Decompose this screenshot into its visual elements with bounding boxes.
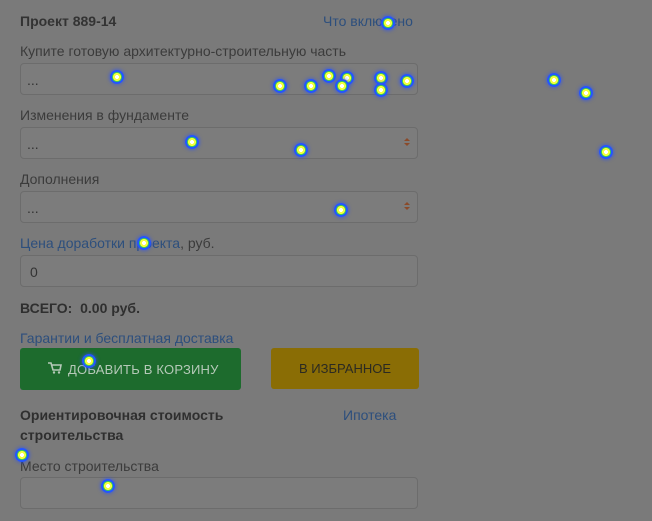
mortgage-link[interactable]: Ипотека xyxy=(343,407,396,423)
arch-part-label: Купите готовую архитектурно-строительную… xyxy=(20,43,347,59)
foundation-select[interactable]: ... xyxy=(20,127,418,159)
foundation-value: ... xyxy=(27,136,39,152)
gaze-point-marker xyxy=(547,73,561,87)
location-label: Место строительства xyxy=(20,458,159,474)
gaze-point-marker xyxy=(335,79,349,93)
select-arrows-icon xyxy=(403,136,411,150)
whats-included-link[interactable]: Что включено xyxy=(323,13,413,29)
foundation-label: Изменения в фундаменте xyxy=(20,107,189,123)
additions-select[interactable]: ... xyxy=(20,191,418,223)
select-arrows-icon xyxy=(403,200,411,214)
cart-icon xyxy=(48,362,62,374)
project-title: Проект 889-14 xyxy=(20,13,117,29)
gaze-point-marker xyxy=(322,69,336,83)
gaze-point-marker xyxy=(137,236,151,250)
gaze-point-marker xyxy=(294,143,308,157)
total-value: 0.00 руб. xyxy=(80,300,140,316)
gaze-point-marker xyxy=(101,479,115,493)
price-label-suffix: , руб. xyxy=(180,235,215,251)
additions-value: ... xyxy=(27,200,39,216)
location-input[interactable] xyxy=(20,477,418,509)
gaze-point-marker xyxy=(334,203,348,217)
price-label: Цена доработки проекта, руб. xyxy=(20,235,215,251)
price-input-value: 0 xyxy=(30,264,38,280)
favorites-button[interactable]: В ИЗБРАННОЕ xyxy=(271,348,419,389)
price-input[interactable]: 0 xyxy=(20,255,418,287)
gaze-point-marker xyxy=(273,79,287,93)
gaze-point-marker xyxy=(400,74,414,88)
arch-part-value: ... xyxy=(27,72,39,88)
gaze-point-marker xyxy=(579,86,593,100)
additions-label: Дополнения xyxy=(20,171,100,187)
gaze-point-marker xyxy=(82,354,96,368)
guarantees-link[interactable]: Гарантии и бесплатная доставка xyxy=(20,330,233,346)
estimate-title: Ориентировочная стоимость строительства xyxy=(20,407,224,443)
arch-part-select[interactable]: ... xyxy=(20,63,418,95)
gaze-point-marker xyxy=(185,135,199,149)
total-label: ВСЕГО: xyxy=(20,300,73,316)
price-link[interactable]: Цена доработки проекта xyxy=(20,235,180,251)
gaze-point-marker xyxy=(381,16,395,30)
total: ВСЕГО: 0.00 руб. xyxy=(20,300,140,316)
add-to-cart-button[interactable]: ДОБАВИТЬ В КОРЗИНУ xyxy=(20,348,241,390)
gaze-point-marker xyxy=(374,83,388,97)
gaze-point-marker xyxy=(110,70,124,84)
favorites-label: В ИЗБРАННОЕ xyxy=(298,361,392,376)
gaze-point-marker xyxy=(599,145,613,159)
gaze-point-marker xyxy=(304,79,318,93)
gaze-point-marker xyxy=(15,448,29,462)
